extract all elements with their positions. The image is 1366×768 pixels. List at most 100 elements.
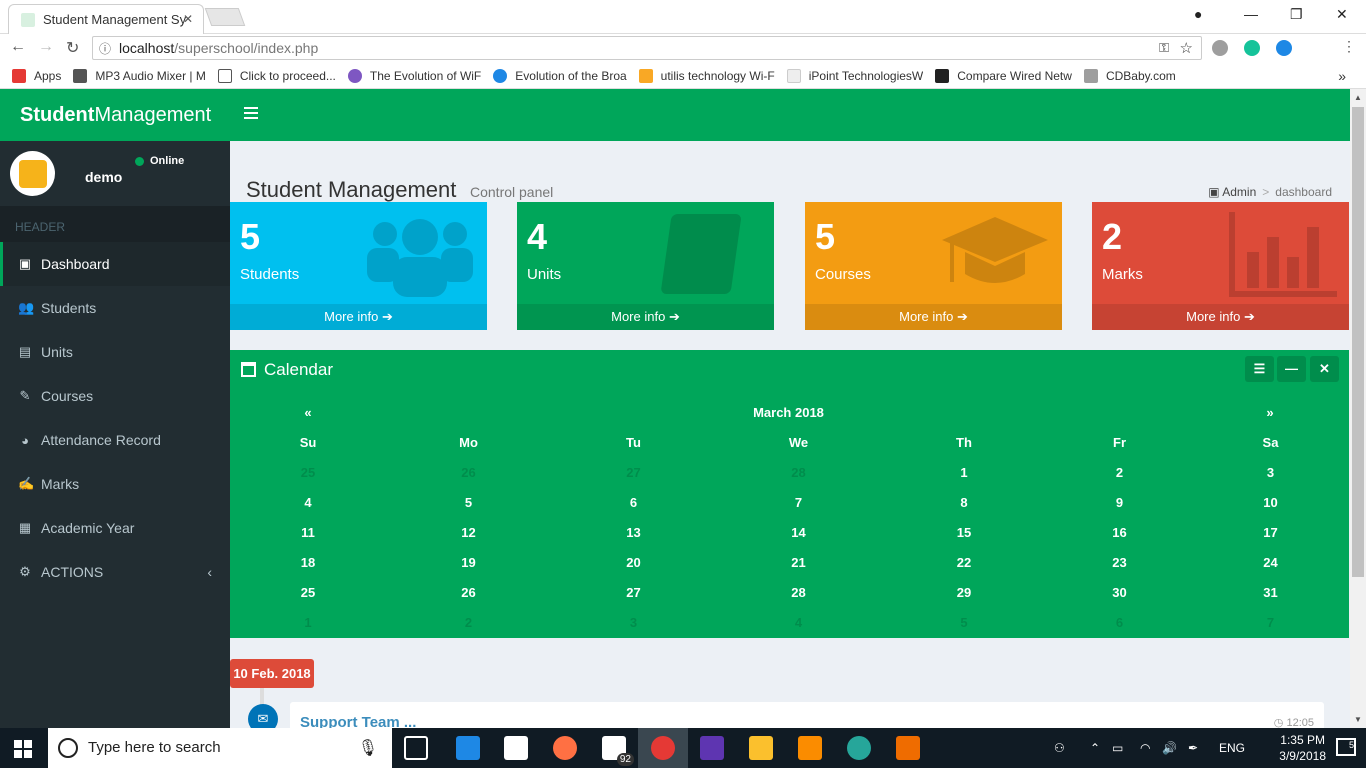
grammarly-icon[interactable] bbox=[1244, 40, 1260, 56]
calendar-next-button[interactable]: » bbox=[1191, 405, 1349, 420]
edge-browser-icon[interactable] bbox=[456, 736, 480, 760]
mail-icon[interactable]: 92 bbox=[602, 736, 634, 766]
calendar-day[interactable]: 26 bbox=[386, 465, 551, 480]
tray-chevron-icon[interactable]: ⌃ bbox=[1090, 741, 1100, 755]
calendar-day[interactable]: 5 bbox=[881, 615, 1047, 630]
breadcrumb-home[interactable]: Admin bbox=[1222, 185, 1256, 199]
store-icon[interactable] bbox=[504, 736, 528, 760]
tab-close-icon[interactable]: ✕ bbox=[183, 12, 193, 26]
calendar-day[interactable]: 27 bbox=[551, 465, 716, 480]
xampp-icon[interactable] bbox=[798, 736, 822, 760]
calendar-day[interactable]: 21 bbox=[716, 555, 881, 570]
more-info-link[interactable]: More info ➔ bbox=[517, 304, 774, 330]
calendar-day[interactable]: 23 bbox=[1047, 555, 1192, 570]
scroll-up-icon[interactable]: ▲ bbox=[1354, 93, 1362, 102]
bookmark-apps[interactable]: Apps bbox=[12, 68, 61, 83]
calendar-day[interactable]: 16 bbox=[1047, 525, 1192, 540]
chrome-taskbar-item[interactable] bbox=[638, 728, 688, 768]
profile-icon[interactable]: ● bbox=[1194, 6, 1202, 22]
calendar-day[interactable]: 28 bbox=[716, 585, 881, 600]
calendar-day[interactable]: 28 bbox=[716, 465, 881, 480]
bookmark-item[interactable]: MP3 Audio Mixer | M bbox=[73, 68, 206, 83]
scrollbar-thumb[interactable] bbox=[1352, 107, 1364, 577]
bookmark-item[interactable]: iPoint TechnologiesW bbox=[786, 68, 923, 83]
calendar-day[interactable]: 8 bbox=[881, 495, 1047, 510]
calendar-day[interactable]: 25 bbox=[230, 465, 386, 480]
page-info-icon[interactable]: ⓘ bbox=[99, 40, 111, 57]
calendar-collapse-button[interactable]: — bbox=[1277, 356, 1306, 382]
minimize-icon[interactable]: — bbox=[1244, 6, 1258, 22]
back-icon[interactable]: ← bbox=[10, 38, 26, 56]
calendar-day[interactable]: 13 bbox=[551, 525, 716, 540]
bookmark-item[interactable]: Click to proceed... bbox=[217, 68, 336, 83]
task-view-icon[interactable] bbox=[404, 736, 428, 760]
sidebar-item-actions[interactable]: ⚙ ACTIONS ‹ bbox=[0, 550, 230, 594]
calendar-day[interactable]: 19 bbox=[386, 555, 551, 570]
file-explorer-icon[interactable] bbox=[749, 736, 773, 760]
calendar-day[interactable]: 2 bbox=[1047, 465, 1192, 480]
calendar-day[interactable]: 10 bbox=[1192, 495, 1349, 510]
wifi-icon[interactable]: ◠ bbox=[1140, 741, 1150, 755]
windows-start-icon[interactable] bbox=[14, 740, 32, 758]
calendar-day[interactable]: 2 bbox=[386, 615, 551, 630]
calendar-day[interactable]: 15 bbox=[881, 525, 1047, 540]
new-tab-button[interactable] bbox=[204, 8, 246, 26]
more-info-link[interactable]: More info ➔ bbox=[230, 304, 487, 330]
media-player-icon[interactable] bbox=[896, 736, 920, 760]
calendar-day[interactable]: 7 bbox=[716, 495, 881, 510]
sidebar-item-marks[interactable]: ✍ Marks bbox=[0, 462, 230, 506]
calendar-day[interactable]: 3 bbox=[1192, 465, 1349, 480]
atom-icon[interactable] bbox=[847, 736, 871, 760]
calendar-day[interactable]: 20 bbox=[551, 555, 716, 570]
scroll-down-icon[interactable]: ▼ bbox=[1354, 715, 1362, 724]
sidebar-toggle-icon[interactable] bbox=[244, 107, 258, 119]
calendar-day[interactable]: 1 bbox=[230, 615, 386, 630]
bookmark-item[interactable]: utilis technology Wi-F bbox=[638, 68, 775, 83]
firefox-icon[interactable] bbox=[553, 736, 577, 760]
page-scrollbar[interactable]: ▲ ▼ bbox=[1350, 89, 1366, 728]
people-icon[interactable]: ⚇ bbox=[1054, 741, 1065, 755]
volume-icon[interactable]: 🔊 bbox=[1162, 741, 1177, 755]
calendar-day[interactable]: 31 bbox=[1192, 585, 1349, 600]
bookmark-item[interactable]: Compare Wired Netw bbox=[935, 68, 1072, 83]
calendar-day[interactable]: 1 bbox=[881, 465, 1047, 480]
calendar-day[interactable]: 26 bbox=[386, 585, 551, 600]
account-extension-icon[interactable] bbox=[1276, 40, 1292, 56]
browser-menu-icon[interactable]: ⋮ bbox=[1342, 38, 1356, 55]
calendar-day[interactable]: 9 bbox=[1047, 495, 1192, 510]
sidebar-item-courses[interactable]: ✎ Courses bbox=[0, 374, 230, 418]
calendar-month-label[interactable]: March 2018 bbox=[386, 405, 1191, 420]
brand-logo[interactable]: Student Management bbox=[0, 89, 230, 141]
close-window-icon[interactable]: ✕ bbox=[1336, 6, 1348, 23]
language-indicator[interactable]: ENG bbox=[1219, 741, 1245, 755]
calendar-close-button[interactable]: ✕ bbox=[1310, 356, 1339, 382]
sidebar-item-academic-year[interactable]: ▦ Academic Year bbox=[0, 506, 230, 550]
calendar-day[interactable]: 24 bbox=[1192, 555, 1349, 570]
browser-tab[interactable]: Student Management Sy ✕ bbox=[8, 4, 204, 34]
calendar-day[interactable]: 4 bbox=[230, 495, 386, 510]
microphone-icon[interactable]: 🎙 bbox=[358, 738, 378, 758]
calendar-day[interactable]: 14 bbox=[716, 525, 881, 540]
calendar-day[interactable]: 12 bbox=[386, 525, 551, 540]
calendar-day[interactable]: 3 bbox=[551, 615, 716, 630]
calendar-day[interactable]: 18 bbox=[230, 555, 386, 570]
calendar-day[interactable]: 11 bbox=[230, 525, 386, 540]
taskbar-search-input[interactable]: Type here to search 🎙 bbox=[48, 728, 392, 768]
restore-icon[interactable]: ❐ bbox=[1290, 6, 1303, 23]
pen-icon[interactable]: ✒ bbox=[1188, 741, 1198, 755]
battery-icon[interactable]: ▭ bbox=[1112, 741, 1123, 755]
sidebar-item-attendance-record[interactable]: ◕ Attendance Record bbox=[0, 418, 230, 462]
url-input[interactable]: ⓘ localhost/superschool/index.php ⚿ ☆ bbox=[92, 36, 1202, 60]
calendar-menu-button[interactable]: ☰ bbox=[1245, 356, 1274, 382]
winrar-icon[interactable] bbox=[700, 736, 724, 760]
extension-icon[interactable] bbox=[1212, 40, 1228, 56]
bookmark-star-icon[interactable]: ☆ bbox=[1180, 39, 1193, 57]
calendar-day[interactable]: 27 bbox=[551, 585, 716, 600]
bookmark-item[interactable]: The Evolution of WiF bbox=[347, 68, 481, 83]
calendar-day[interactable]: 6 bbox=[551, 495, 716, 510]
reload-icon[interactable]: ↻ bbox=[66, 38, 79, 58]
calendar-day[interactable]: 6 bbox=[1047, 615, 1192, 630]
sidebar-item-dashboard[interactable]: ▣ Dashboard bbox=[0, 242, 230, 286]
sidebar-item-units[interactable]: ▤ Units bbox=[0, 330, 230, 374]
forward-icon[interactable]: → bbox=[38, 38, 54, 56]
